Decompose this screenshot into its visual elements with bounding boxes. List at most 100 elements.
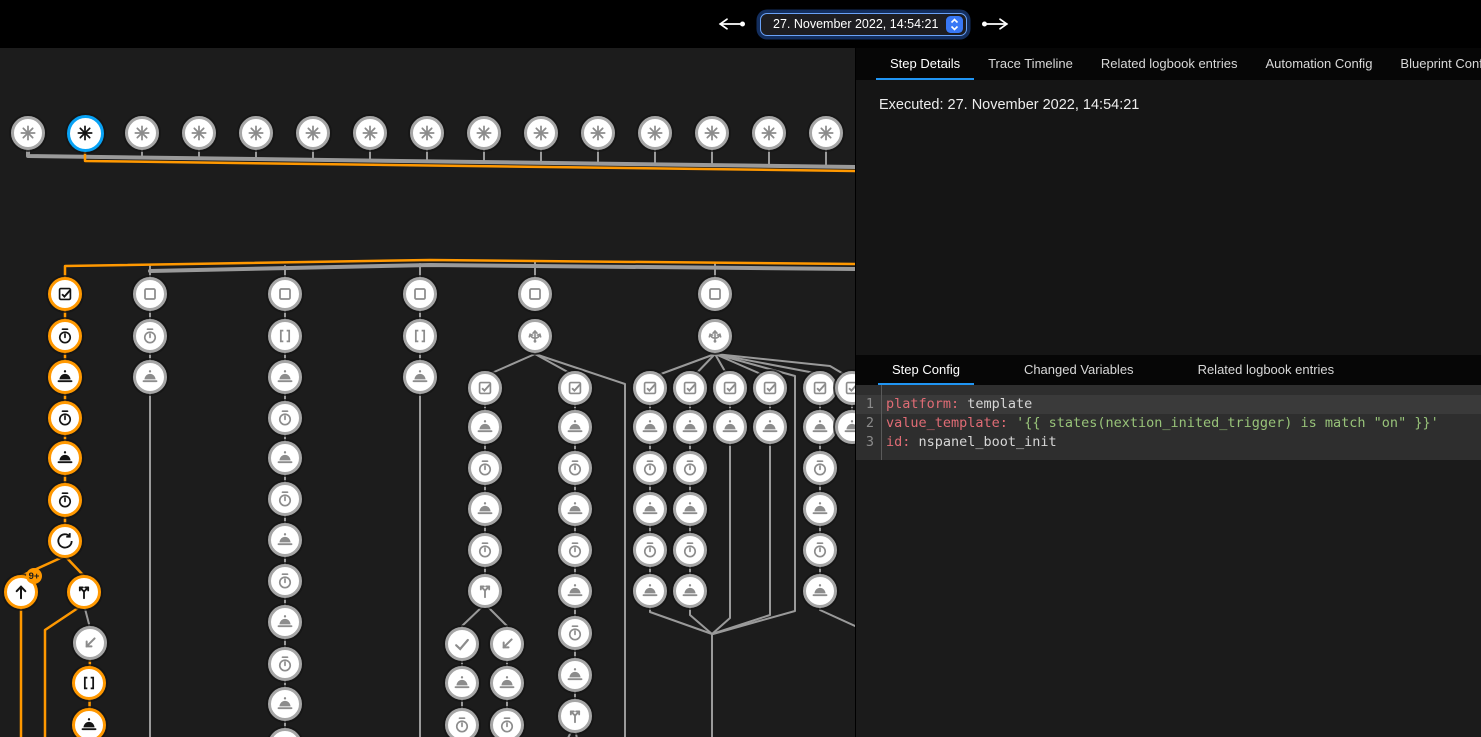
tab-related-logbook-entries-2[interactable]: Related logbook entries [1184,355,1349,385]
node-dome[interactable] [673,574,707,608]
node-dome[interactable] [673,410,707,444]
node-dome[interactable] [468,410,502,444]
node-timer[interactable] [633,451,667,485]
node-square[interactable] [133,277,167,311]
tab-automation-config[interactable]: Automation Config [1251,48,1386,80]
node-timer[interactable] [558,533,592,567]
run-datetime-select[interactable]: 27. November 2022, 14:54:21 [760,13,967,36]
node-dome[interactable] [633,410,667,444]
previous-run-button[interactable] [716,16,748,32]
node-choose[interactable] [518,319,552,353]
node-dome[interactable] [268,605,302,639]
node-asterisk[interactable] [695,116,729,150]
node-call-split[interactable] [67,575,101,609]
node-brackets[interactable] [268,319,302,353]
node-dome[interactable] [673,492,707,526]
node-check[interactable] [445,627,479,661]
node-timer[interactable] [133,319,167,353]
node-asterisk[interactable] [182,116,216,150]
tab-step-config[interactable]: Step Config [878,355,974,385]
node-asterisk[interactable] [581,116,615,150]
node-timer[interactable] [803,451,837,485]
node-asterisk[interactable] [524,116,558,150]
node-dome[interactable] [558,658,592,692]
node-square[interactable] [698,277,732,311]
node-arrow-bottom-left[interactable] [490,627,524,661]
node-checkbox[interactable] [48,277,82,311]
node-dome[interactable] [803,410,837,444]
tab-blueprint-config[interactable]: Blueprint Config [1386,48,1481,80]
node-dome[interactable] [48,360,82,394]
node-dome[interactable] [713,410,747,444]
node-dome[interactable] [268,523,302,557]
step-config-yaml-editor[interactable]: 1platform: template2value_template: '{{ … [856,385,1481,460]
node-timer[interactable] [803,533,837,567]
node-timer[interactable] [48,483,82,517]
node-timer[interactable] [268,647,302,681]
tab-trace-timeline[interactable]: Trace Timeline [974,48,1087,80]
node-asterisk[interactable] [67,115,104,152]
node-timer[interactable] [268,482,302,516]
node-dome[interactable] [403,360,437,394]
node-dome[interactable] [268,687,302,721]
node-brackets[interactable] [403,319,437,353]
node-dome[interactable] [268,441,302,475]
node-timer[interactable] [48,401,82,435]
node-refresh[interactable] [48,524,82,558]
node-timer[interactable] [490,708,524,737]
node-asterisk[interactable] [125,116,159,150]
node-dome[interactable] [558,410,592,444]
node-dome[interactable] [468,492,502,526]
node-call-split[interactable] [558,699,592,733]
node-asterisk[interactable] [410,116,444,150]
node-dome[interactable] [803,574,837,608]
node-timer[interactable] [445,708,479,737]
node-timer[interactable] [673,533,707,567]
node-choose[interactable] [698,319,732,353]
node-asterisk[interactable] [752,116,786,150]
node-square[interactable] [268,277,302,311]
tab-changed-variables[interactable]: Changed Variables [1010,355,1148,385]
node-asterisk[interactable] [11,116,45,150]
node-checkbox[interactable] [713,371,747,405]
node-dome[interactable] [753,410,787,444]
node-arrow-bottom-left[interactable] [73,626,107,660]
node-asterisk[interactable] [296,116,330,150]
node-dome[interactable] [558,574,592,608]
next-run-button[interactable] [979,16,1011,32]
node-timer[interactable] [673,451,707,485]
node-dome[interactable] [445,666,479,700]
node-asterisk[interactable] [239,116,273,150]
node-dome[interactable] [633,574,667,608]
tab-related-logbook-entries[interactable]: Related logbook entries [1087,48,1252,80]
node-timer[interactable] [633,533,667,567]
node-brackets[interactable] [72,666,106,700]
node-timer[interactable] [558,616,592,650]
node-asterisk[interactable] [638,116,672,150]
node-checkbox[interactable] [803,371,837,405]
node-asterisk[interactable] [809,116,843,150]
node-checkbox[interactable] [633,371,667,405]
node-timer[interactable] [268,564,302,598]
node-arrow-up[interactable]: 9+ [4,575,38,609]
node-checkbox[interactable] [468,371,502,405]
node-checkbox[interactable] [558,371,592,405]
node-timer[interactable] [48,319,82,353]
node-timer[interactable] [268,401,302,435]
node-dome[interactable] [490,666,524,700]
node-square[interactable] [403,277,437,311]
node-checkbox[interactable] [673,371,707,405]
tab-step-details[interactable]: Step Details [876,48,974,80]
node-asterisk[interactable] [353,116,387,150]
node-dome[interactable] [48,441,82,475]
node-dome[interactable] [558,492,592,526]
node-asterisk[interactable] [467,116,501,150]
node-dome[interactable] [72,708,106,737]
node-timer[interactable] [468,533,502,567]
node-timer[interactable] [558,451,592,485]
node-checkbox[interactable] [753,371,787,405]
node-dome[interactable] [803,492,837,526]
node-dome[interactable] [633,492,667,526]
node-dome[interactable] [133,360,167,394]
node-square[interactable] [518,277,552,311]
